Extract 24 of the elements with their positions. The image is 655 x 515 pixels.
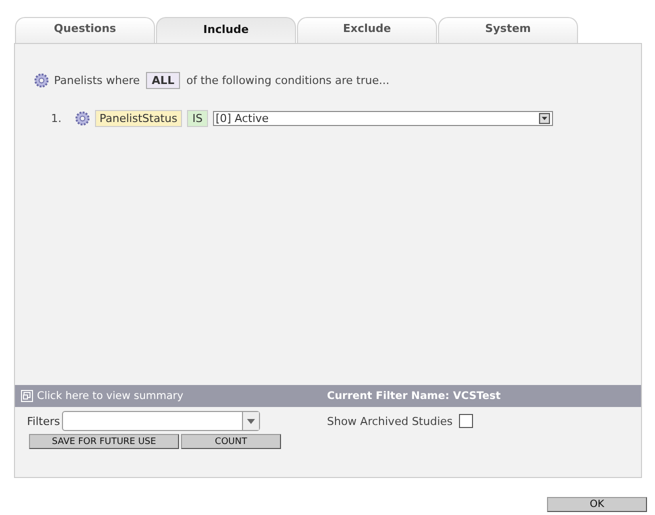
- operator-tag[interactable]: IS: [187, 110, 208, 127]
- caret-icon: [538, 113, 550, 124]
- archived-checkbox[interactable]: [458, 414, 473, 428]
- window-icon[interactable]: [21, 390, 33, 402]
- tab[interactable]: System: [438, 17, 578, 43]
- ok-button[interactable]: OK: [547, 497, 647, 512]
- match-button[interactable]: ALL: [146, 72, 180, 89]
- archived-label: Show Archived Studies: [327, 414, 453, 428]
- tab[interactable]: Questions: [15, 17, 155, 43]
- tab[interactable]: Include: [156, 17, 296, 43]
- criteria-text: of the following conditions are true...: [186, 74, 390, 87]
- tab[interactable]: Exclude: [297, 17, 437, 43]
- action-button[interactable]: COUNT: [181, 434, 281, 449]
- filters-dropdown[interactable]: [62, 411, 260, 431]
- filter-name: Current Filter Name: VCSTest: [327, 390, 501, 402]
- gear-icon[interactable]: [34, 73, 49, 88]
- action-button[interactable]: SAVE FOR FUTURE USE: [29, 434, 179, 449]
- caret-icon: [246, 418, 255, 424]
- condition-number: 1.: [51, 112, 62, 125]
- value-dropdown[interactable]: [0] Active: [212, 111, 553, 126]
- field-tag[interactable]: PanelistStatus: [94, 110, 182, 127]
- criteria-text: Panelists where: [54, 74, 140, 87]
- filters-label: Filters: [27, 414, 60, 428]
- gear-icon[interactable]: [74, 111, 90, 126]
